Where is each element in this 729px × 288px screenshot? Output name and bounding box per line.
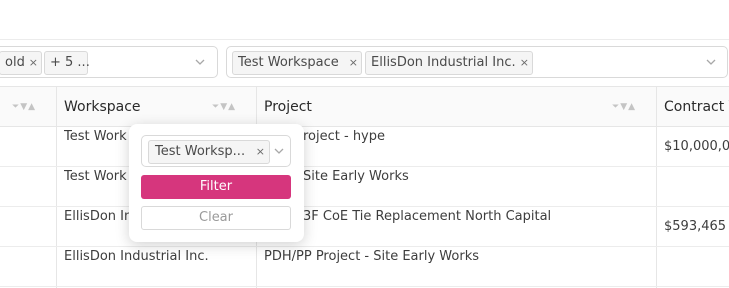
workspace-cell: EllisDon In xyxy=(64,209,130,224)
sort-filter-icons[interactable]: ⏷▼▲ xyxy=(612,102,648,112)
table-row[interactable]: Test Work roject - hype $10,000,00 xyxy=(0,127,729,167)
table-row[interactable]: EllisDon Industrial Inc. PDH/PP Project … xyxy=(0,247,729,287)
selected-tag: Test Workspace × xyxy=(232,51,362,75)
tag-label: Test Workspace xyxy=(238,55,339,70)
tag-label: EllisDon Industrial Inc. xyxy=(371,55,516,70)
top-divider xyxy=(0,39,729,40)
column-header-project[interactable]: Project xyxy=(256,87,656,127)
selected-tag: EllisDon Industrial Inc. × xyxy=(365,51,533,75)
project-cell: Site Early Works xyxy=(303,169,409,184)
chevron-down-icon[interactable] xyxy=(194,56,206,68)
workspace-select[interactable]: Test Workspace × EllisDon Industrial Inc… xyxy=(226,46,728,78)
workspace-cell: Test Work xyxy=(64,129,127,144)
tag-label: old xyxy=(5,55,25,70)
close-icon[interactable]: × xyxy=(520,52,529,74)
sort-filter-icons[interactable]: ⏷▼▲ xyxy=(212,102,248,112)
workspace-cell: EllisDon Industrial Inc. xyxy=(64,249,209,264)
close-icon[interactable]: × xyxy=(29,52,38,74)
clear-button[interactable]: Clear xyxy=(141,206,291,230)
filter-select-left[interactable]: old × + 5 ... xyxy=(0,46,218,78)
workspace-cell: Test Work xyxy=(64,169,127,184)
column-filter-dropdown: Test Worksp... × Filter Clear xyxy=(129,124,304,242)
project-cell: roject - hype xyxy=(303,129,386,144)
filter-button[interactable]: Filter xyxy=(141,175,291,199)
contract-value-cell: $10,000,00 xyxy=(664,139,729,154)
table-row[interactable]: Test Work Site Early Works xyxy=(0,167,729,207)
selected-tag: old × xyxy=(0,51,42,75)
project-cell: 3F CoE Tie Replacement North Capital xyxy=(303,209,552,224)
more-tags-indicator: + 5 ... xyxy=(44,51,90,75)
chevron-down-icon[interactable] xyxy=(705,56,717,68)
column-header-contract-value[interactable]: Contract V xyxy=(656,87,729,127)
close-icon[interactable]: × xyxy=(349,52,358,74)
table-header: ⏷▼▲ Workspace ⏷▼▲ Project ⏷▼▲ Contract V xyxy=(0,86,729,127)
close-icon[interactable]: × xyxy=(256,141,265,163)
tag-label: + 5 ... xyxy=(50,55,90,70)
contract-value-cell: $593,465 xyxy=(664,219,727,234)
selected-tag: Test Worksp... × xyxy=(148,140,270,164)
table-row[interactable]: EllisDon In 3F CoE Tie Replacement North… xyxy=(0,207,729,247)
sort-filter-icons[interactable]: ⏷▼▲ xyxy=(12,102,48,112)
tag-label: Test Worksp... xyxy=(155,144,246,159)
chevron-down-icon[interactable] xyxy=(273,145,285,157)
project-cell: PDH/PP Project - Site Early Works xyxy=(264,249,479,264)
filter-value-select[interactable]: Test Worksp... × xyxy=(141,135,291,167)
